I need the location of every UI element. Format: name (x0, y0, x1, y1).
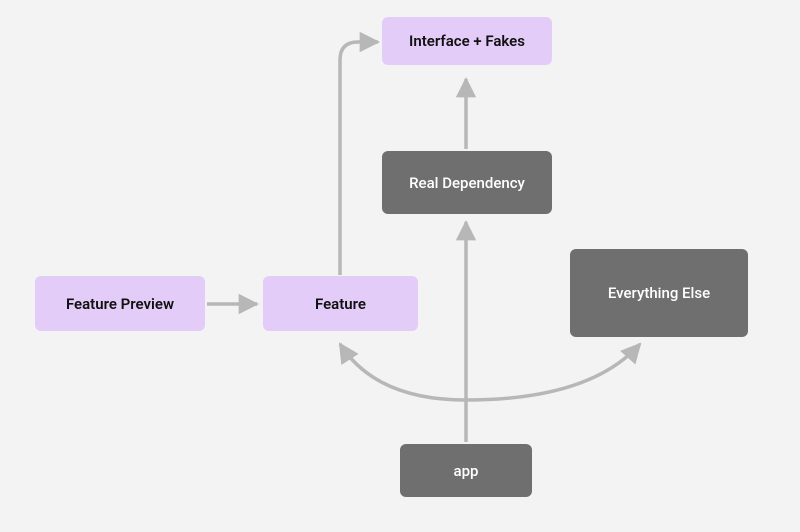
node-feature-preview: Feature Preview (35, 276, 205, 331)
node-feature: Feature (263, 276, 418, 331)
edge-app-to-feature (340, 344, 466, 400)
node-label: Feature (315, 295, 366, 313)
node-label: app (454, 462, 479, 480)
node-interface-fakes: Interface + Fakes (382, 17, 552, 65)
node-label: Everything Else (608, 284, 710, 302)
node-everything-else: Everything Else (570, 249, 748, 337)
edge-feature-to-interface (340, 42, 378, 275)
node-real-dependency: Real Dependency (382, 151, 552, 214)
node-label: Real Dependency (409, 174, 525, 192)
node-app: app (400, 444, 532, 497)
node-label: Interface + Fakes (409, 32, 525, 50)
node-label: Feature Preview (66, 295, 174, 313)
dependency-diagram: Interface + Fakes Real Dependency Everyt… (0, 0, 800, 532)
edge-app-to-everything (466, 344, 640, 400)
